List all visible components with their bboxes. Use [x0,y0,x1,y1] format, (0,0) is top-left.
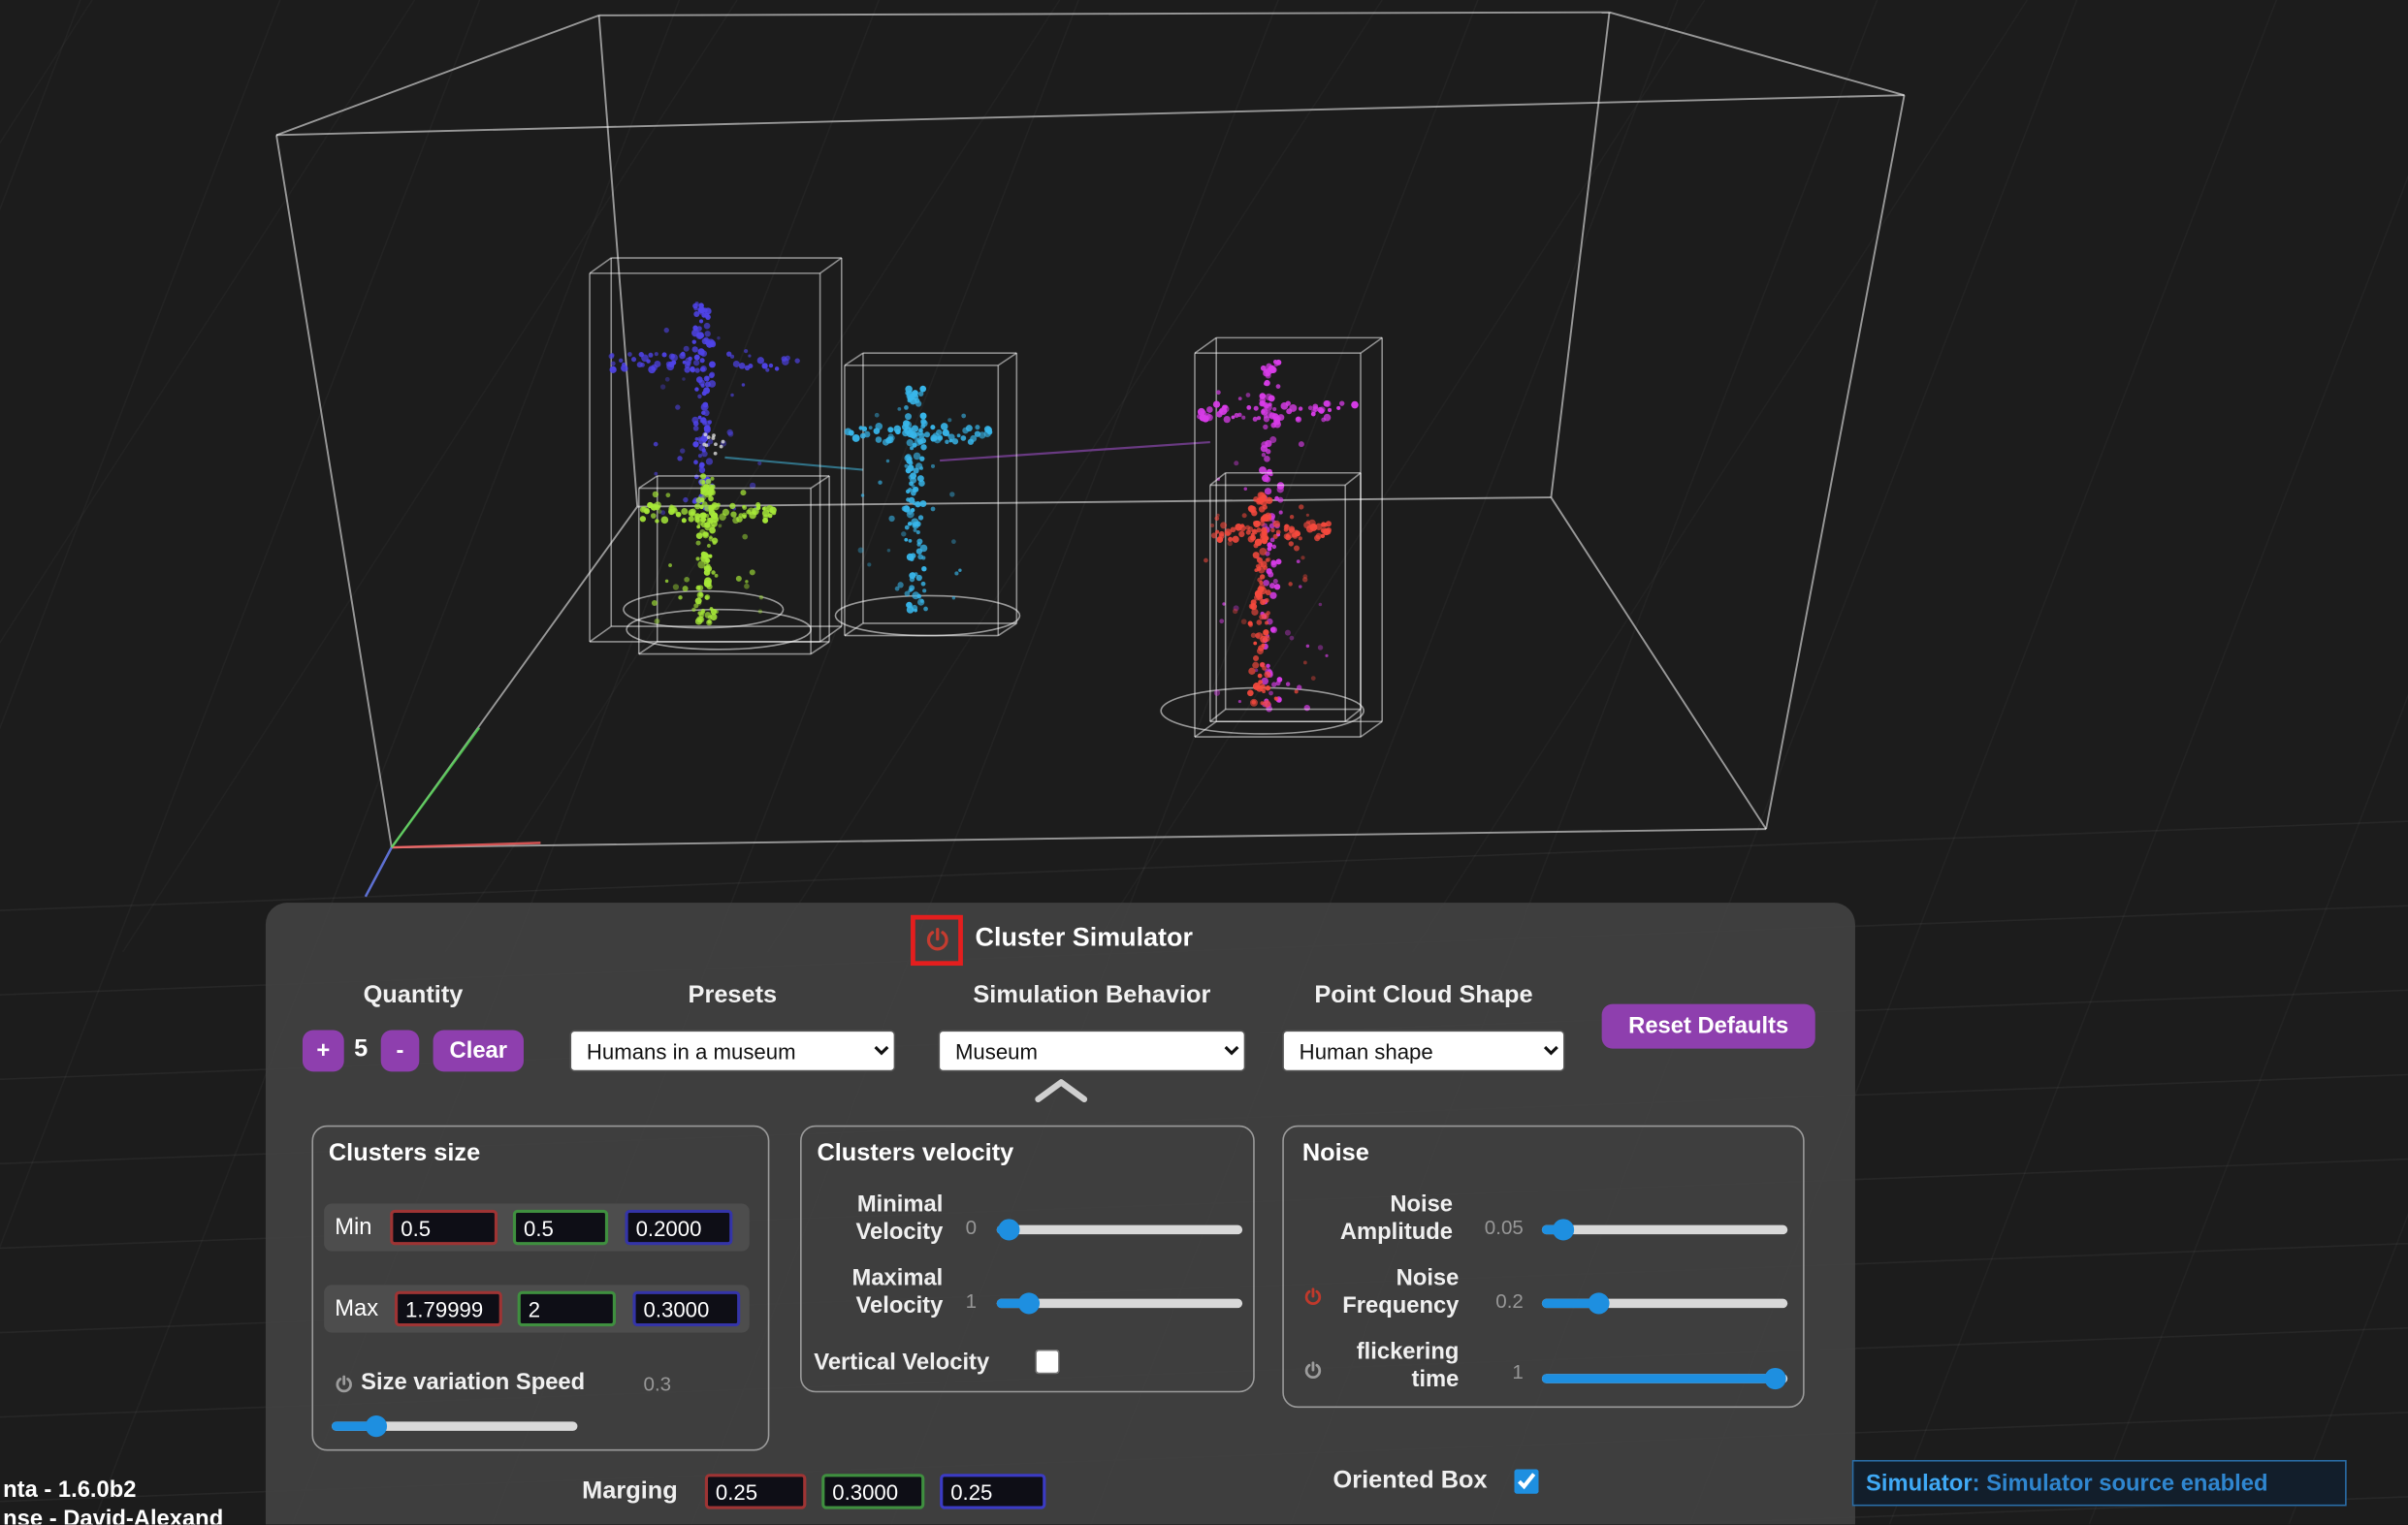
status-source: Simulator [1866,1470,1973,1496]
minimal-velocity-label: Minimal Velocity [814,1191,943,1247]
presets-select[interactable]: Humans in a museum [569,1031,895,1072]
noise-amplitude-slider[interactable] [1542,1219,1787,1240]
behavior-label: Simulation Behavior [939,982,1246,1010]
panel-title: Cluster Simulator [976,923,1193,954]
max-z-input[interactable] [632,1291,740,1326]
size-variation-value: 0.3 [644,1373,672,1396]
vertical-velocity-checkbox[interactable] [1035,1350,1059,1374]
license-owner-text: nse - David-Alexand [3,1506,223,1524]
simulator-power-icon[interactable] [922,926,951,955]
maximal-velocity-label: Maximal Velocity [814,1265,943,1320]
vertical-velocity-label: Vertical Velocity [814,1350,989,1376]
max-x-input[interactable] [395,1291,502,1326]
marging-z-input[interactable] [940,1474,1045,1509]
cluster-simulator-panel: Cluster Simulator Quantity Presets Simul… [266,903,1855,1524]
app-window: Cluster Simulator Quantity Presets Simul… [0,0,2408,1524]
shape-select[interactable]: Human shape [1282,1031,1564,1072]
min-z-input[interactable] [626,1210,733,1245]
status-message: : Simulator source enabled [1973,1470,2268,1496]
size-variation-power-icon[interactable] [334,1374,355,1395]
flickering-time-power-icon[interactable] [1302,1360,1324,1382]
noise-frequency-value: 0.2 [1465,1289,1524,1313]
noise-frequency-slider[interactable] [1542,1292,1787,1314]
flickering-time-label: flickering time [1327,1339,1459,1394]
oriented-box-label: Oriented Box [1333,1468,1488,1496]
min-label: Min [335,1215,371,1241]
noise-group: Noise Noise Amplitude 0.05 Noise Frequen… [1282,1126,1804,1408]
marging-y-input[interactable] [821,1474,924,1509]
max-y-input[interactable] [518,1291,616,1326]
size-variation-label: Size variation Speed [361,1370,585,1396]
behavior-select[interactable]: Museum [939,1031,1246,1072]
click-highlight-box [911,915,963,966]
flickering-time-value: 1 [1465,1360,1524,1383]
quantity-minus-button[interactable]: - [381,1031,420,1072]
min-x-input[interactable] [390,1210,498,1245]
status-toast: Simulator: Simulator source enabled [1852,1460,2347,1507]
quantity-label: Quantity [303,982,524,1010]
min-y-input[interactable] [513,1210,608,1245]
clear-button[interactable]: Clear [433,1031,524,1072]
quantity-value: 5 [347,1036,375,1064]
max-label: Max [335,1296,378,1322]
minimal-velocity-slider[interactable] [997,1219,1242,1240]
collapse-chevron-icon[interactable] [1032,1078,1090,1106]
maximal-velocity-slider[interactable] [997,1292,1242,1314]
noise-amplitude-value: 0.05 [1465,1216,1524,1239]
clusters-size-title: Clusters size [329,1141,480,1169]
app-version-text: nta - 1.6.0b2 [3,1477,136,1503]
noise-title: Noise [1302,1141,1369,1169]
flickering-time-slider[interactable] [1542,1368,1787,1389]
noise-amplitude-label: Noise Amplitude [1305,1191,1453,1247]
marging-x-input[interactable] [705,1474,807,1509]
noise-frequency-label: Noise Frequency [1327,1265,1459,1320]
oriented-box-checkbox[interactable] [1514,1469,1538,1493]
size-variation-slider[interactable] [332,1415,577,1437]
noise-frequency-power-icon[interactable] [1302,1287,1324,1308]
clusters-velocity-group: Clusters velocity Minimal Velocity 0 Max… [800,1126,1255,1393]
quantity-plus-button[interactable]: + [303,1031,344,1072]
reset-defaults-button[interactable]: Reset Defaults [1602,1004,1815,1049]
minimal-velocity-value: 0 [952,1216,977,1239]
clusters-velocity-title: Clusters velocity [817,1141,1013,1169]
marging-label: Marging [582,1478,678,1507]
shape-label: Point Cloud Shape [1282,982,1564,1010]
clusters-size-group: Clusters size Min Max Size variation Spe… [311,1126,769,1451]
presets-label: Presets [569,982,895,1010]
maximal-velocity-value: 1 [952,1289,977,1313]
